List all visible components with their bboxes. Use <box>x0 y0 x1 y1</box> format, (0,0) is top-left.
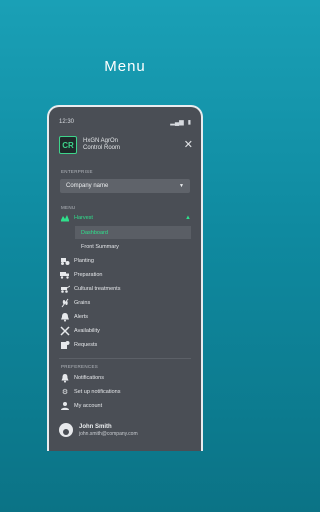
menu-item-label: Harvest <box>74 214 93 221</box>
menu-item-label: Availability <box>74 327 100 334</box>
menu-item-planting[interactable]: Planting <box>59 254 191 267</box>
page-headline: Menu <box>104 58 146 75</box>
menu-section-label: MENU <box>61 205 76 210</box>
phone-frame: 12:30 ▂▄▆ ▮ CR HxGN AgrOn Control Room ✕… <box>47 105 203 451</box>
menu-item-label: Notifications <box>74 374 104 381</box>
requests-icon <box>59 339 71 351</box>
app-name-line1: HxGN AgrOn <box>83 138 119 144</box>
menu-item-label: Planting <box>74 257 94 264</box>
close-icon[interactable]: ✕ <box>184 139 193 151</box>
preferences-section-label: PREFERENCES <box>61 364 99 369</box>
menu-item-my-account[interactable]: My account <box>59 399 191 412</box>
status-bar: 12:30 ▂▄▆ ▮ <box>59 118 191 126</box>
drawer-header: CR HxGN AgrOn Control Room ✕ <box>59 135 193 155</box>
chevron-up-icon[interactable]: ▲ <box>185 215 191 221</box>
menu-item-label: Alerts <box>74 313 89 320</box>
tractor-icon <box>59 255 71 267</box>
signal-icon: ▂▄▆ <box>170 119 184 126</box>
menu-item-label: My account <box>74 402 103 409</box>
enterprise-section-label: ENTERPRISE <box>61 169 93 174</box>
menu-item-setup-notifications[interactable]: ⚙ Set up notifications <box>59 385 191 398</box>
app-name-line2: Control Room <box>83 145 121 151</box>
account-icon <box>59 400 71 412</box>
menu-item-alerts[interactable]: Alerts <box>59 310 191 323</box>
grain-icon <box>59 297 71 309</box>
company-select-value: Company name <box>66 183 109 189</box>
bell-icon <box>59 372 71 384</box>
company-select[interactable]: Company name ▼ <box>60 179 190 193</box>
menu-item-label: Preparation <box>74 271 103 278</box>
harvest-icon <box>59 212 71 224</box>
tools-icon <box>59 325 71 337</box>
user-name: John Smith <box>79 423 112 430</box>
battery-icon: ▮ <box>187 119 191 126</box>
gear-icon: ⚙ <box>61 388 69 396</box>
user-profile[interactable]: John Smith john.smith@company.com <box>59 419 191 441</box>
menu-item-requests[interactable]: Requests <box>59 338 191 351</box>
submenu-item-front-summary[interactable]: Front Summary <box>75 240 191 253</box>
app-logo: CR <box>59 136 77 154</box>
truck-icon <box>59 269 71 281</box>
menu-item-notifications[interactable]: Notifications <box>59 371 191 384</box>
menu-item-label: Set up notifications <box>74 388 121 395</box>
menu-item-label: Requests <box>74 341 98 348</box>
alert-icon <box>59 311 71 323</box>
submenu-item-dashboard[interactable]: Dashboard <box>75 226 191 239</box>
menu-item-label: Cultural treatments <box>74 285 121 292</box>
menu-item-cultural-treatments[interactable]: Cultural treatments <box>59 282 191 295</box>
menu-item-label: Grains <box>74 299 91 306</box>
menu-item-preparation[interactable]: Preparation <box>59 268 191 281</box>
menu-item-grains[interactable]: Grains <box>59 296 191 309</box>
user-email: john.smith@company.com <box>79 430 138 437</box>
status-time: 12:30 <box>59 119 75 125</box>
sprayer-icon <box>59 283 71 295</box>
menu-item-harvest[interactable]: Harvest ▲ <box>59 211 191 224</box>
chevron-down-icon: ▼ <box>179 183 184 189</box>
divider <box>59 358 191 359</box>
menu-item-availability[interactable]: Availability <box>59 324 191 337</box>
app-name: HxGN AgrOn Control Room <box>83 138 120 152</box>
avatar <box>59 423 73 437</box>
